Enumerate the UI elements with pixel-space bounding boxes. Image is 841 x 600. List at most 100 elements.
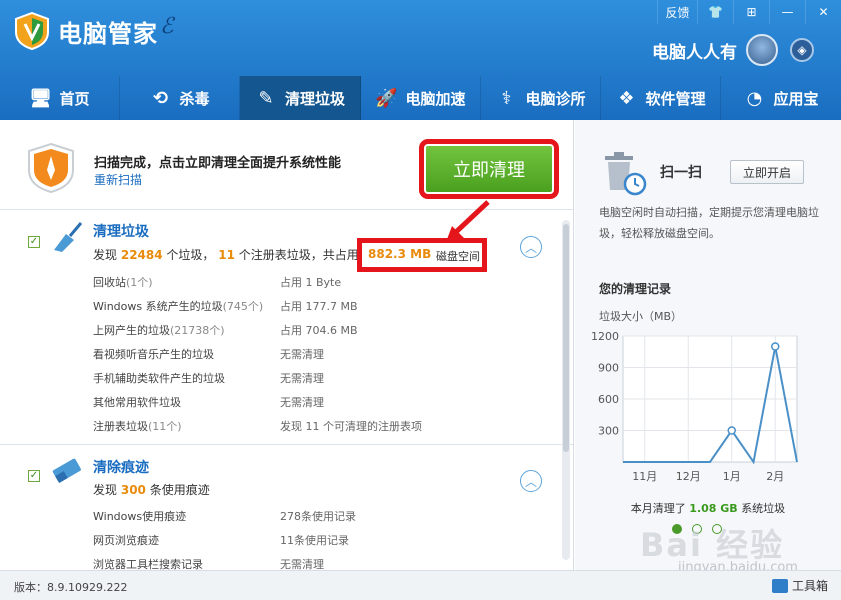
item-value: 无需清理 xyxy=(280,348,324,361)
junk-section: ✓ 清理垃圾 发现 22484 个垃圾， 11 个注册表垃圾，共占用 882.3… xyxy=(0,210,573,445)
item-value: 占用 177.7 MB xyxy=(280,300,358,313)
tab-label: 电脑加速 xyxy=(405,89,466,108)
tab-label: 杀毒 xyxy=(179,89,210,108)
item-name: Windows使用痕迹 xyxy=(93,510,187,523)
summary-prefix: 发现 xyxy=(93,248,118,262)
user-name: 电脑人人有 xyxy=(652,43,737,63)
total-size-highlight: 882.3 MB 磁盘空间 xyxy=(357,238,487,272)
list-item: 看视频听音乐产生的垃圾 无需清理 xyxy=(93,342,553,366)
item-value: 发现 11 个可清理的注册表项 xyxy=(280,420,422,433)
y-tick-label: 600 xyxy=(598,393,619,406)
list-item: 手机辅助类软件产生的垃圾 无需清理 xyxy=(93,366,553,390)
app-title: 电脑管家 xyxy=(58,20,158,48)
tab-software[interactable]: ❖ 软件管理 xyxy=(601,76,721,120)
enable-now-button[interactable]: 立即开启 xyxy=(730,160,804,184)
list-item: 其他常用软件垃圾 无需清理 xyxy=(93,390,553,414)
monitor-icon: 🖥 xyxy=(29,87,52,109)
item-value: 278条使用记录 xyxy=(280,510,356,523)
window-controls: 反馈 👕 ⊞ — ✕ xyxy=(657,0,841,24)
tab-home[interactable]: 🖥 首页 xyxy=(0,76,120,120)
main-menu-icon[interactable]: ⊞ xyxy=(733,0,769,24)
toolbox-button[interactable]: 工具箱 xyxy=(772,577,828,594)
item-name: 注册表垃圾(11个) xyxy=(93,420,182,433)
tab-label: 应用宝 xyxy=(773,89,819,108)
list-item: 网页浏览痕迹 11条使用记录 xyxy=(93,528,553,552)
list-item: Windows 系统产生的垃圾(745个) 占用 177.7 MB xyxy=(93,294,553,318)
tab-antivirus[interactable]: ⟲ 杀毒 xyxy=(120,76,240,120)
toolbox-label: 工具箱 xyxy=(792,579,829,593)
title-bar: 电脑管家 ℰ 反馈 👕 ⊞ — ✕ 电脑人人有 ◈ 🖥 首页 ⟲ 杀毒 ✎ 清理垃圾 … xyxy=(0,0,841,120)
shield-icon xyxy=(28,142,74,194)
scan-banner: 扫描完成，点击立即清理全面提升系统性能 重新扫描 立即清理 xyxy=(0,120,573,210)
auto-scan-description: 电脑空闲时自动扫描，定期提示您清理电脑垃圾，轻松释放磁盘空间。 xyxy=(599,206,819,240)
item-name: 浏览器工具栏搜索记录 xyxy=(93,558,203,570)
avatar[interactable] xyxy=(746,34,778,66)
main-nav: 🖥 首页 ⟲ 杀毒 ✎ 清理垃圾 🚀 电脑加速 ⚕ 电脑诊所 ❖ 软件管理 ◔ 应用宝 xyxy=(0,76,841,120)
close-button[interactable]: ✕ xyxy=(805,0,841,24)
sidebar: 扫一扫 立即开启 电脑空闲时自动扫描，定期提示您清理电脑垃圾，轻松释放磁盘空间。… xyxy=(575,120,841,570)
item-name: 其他常用软件垃圾 xyxy=(93,396,181,409)
status-bar: 版本：8.9.10929.222 工具箱 xyxy=(0,570,841,600)
y-tick-label: 900 xyxy=(598,362,619,375)
toolbox-icon xyxy=(772,578,788,593)
data-point xyxy=(771,342,780,351)
x-tick-label: 12月 xyxy=(676,470,701,483)
scrollbar-thumb[interactable] xyxy=(563,224,569,452)
collapse-toggle[interactable]: ︿ xyxy=(520,236,542,258)
tab-app-store[interactable]: ◔ 应用宝 xyxy=(721,76,841,120)
collapse-toggle[interactable]: ︿ xyxy=(520,470,542,492)
rocket-icon: 🚀 xyxy=(375,87,398,109)
clean-now-button[interactable]: 立即清理 xyxy=(419,139,559,199)
registry-count: 11 xyxy=(218,248,235,262)
stethoscope-icon: ⚕ xyxy=(501,87,512,109)
total-size: 882.3 MB xyxy=(368,247,432,261)
traces-count: 300 xyxy=(120,483,146,497)
security-shield-icon[interactable]: ◈ xyxy=(790,38,814,62)
feedback-button[interactable]: 反馈 xyxy=(657,0,697,24)
junk-title: 清理垃圾 xyxy=(93,224,149,240)
software-icon: ❖ xyxy=(618,87,635,109)
item-name: Windows 系统产生的垃圾(745个) xyxy=(93,300,264,313)
summary-text: 条使用痕迹 xyxy=(149,483,210,497)
tencent-shield-logo xyxy=(15,12,49,50)
tab-label: 软件管理 xyxy=(645,89,706,108)
summary-text: 个垃圾， xyxy=(166,248,215,262)
tab-label: 首页 xyxy=(59,89,90,108)
list-item: 浏览器工具栏搜索记录 无需清理 xyxy=(93,552,553,570)
tab-label: 清理垃圾 xyxy=(284,89,345,108)
tab-speedup[interactable]: 🚀 电脑加速 xyxy=(361,76,481,120)
traces-title: 清除痕迹 xyxy=(93,460,149,476)
clean-records-title: 您的清理记录 xyxy=(599,282,672,296)
monthly-suffix: 系统垃圾 xyxy=(741,502,786,515)
version-label: 版本：8.9.10929.222 xyxy=(14,581,128,594)
item-name: 网页浏览痕迹 xyxy=(93,534,159,547)
x-tick-label: 11月 xyxy=(632,470,657,483)
minimize-button[interactable]: — xyxy=(769,0,805,24)
app-signature-icon: ℰ xyxy=(160,14,174,39)
data-point xyxy=(727,426,736,435)
traces-checkbox[interactable]: ✓ xyxy=(28,470,40,482)
item-name: 上网产生的垃圾(21738个) xyxy=(93,324,225,337)
broom-icon xyxy=(54,222,83,252)
monthly-value: 1.08 GB xyxy=(689,502,738,515)
traces-section: ✓ 清除痕迹 发现 300 条使用痕迹 ︿ Windows使用痕迹 278条使用记… xyxy=(0,446,573,570)
item-value: 占用 704.6 MB xyxy=(280,324,358,337)
clean-history-chart: 300 600 900 1200 11月 12月 1月 2月 xyxy=(591,330,798,483)
disk-space-label: 磁盘空间 xyxy=(436,250,480,263)
summary-prefix: 发现 xyxy=(93,483,118,497)
broom-icon: ✎ xyxy=(258,87,274,109)
junk-checkbox[interactable]: ✓ xyxy=(28,236,40,248)
rescan-link[interactable]: 重新扫描 xyxy=(94,171,142,188)
tab-label: 电脑诊所 xyxy=(525,89,586,108)
skin-icon[interactable]: 👕 xyxy=(697,0,733,24)
auto-scan-title: 扫一扫 xyxy=(660,165,702,181)
item-name: 回收站(1个) xyxy=(93,276,153,289)
virus-scan-icon: ⟲ xyxy=(152,87,169,109)
item-value: 占用 1 Byte xyxy=(280,276,342,289)
tab-clinic[interactable]: ⚕ 电脑诊所 xyxy=(481,76,601,120)
eraser-icon xyxy=(52,458,81,484)
junk-file-count: 22484 xyxy=(120,248,163,262)
tab-clean-junk[interactable]: ✎ 清理垃圾 xyxy=(240,76,361,120)
item-value: 11条使用记录 xyxy=(280,534,349,547)
list-item: 回收站(1个) 占用 1 Byte xyxy=(93,270,553,294)
